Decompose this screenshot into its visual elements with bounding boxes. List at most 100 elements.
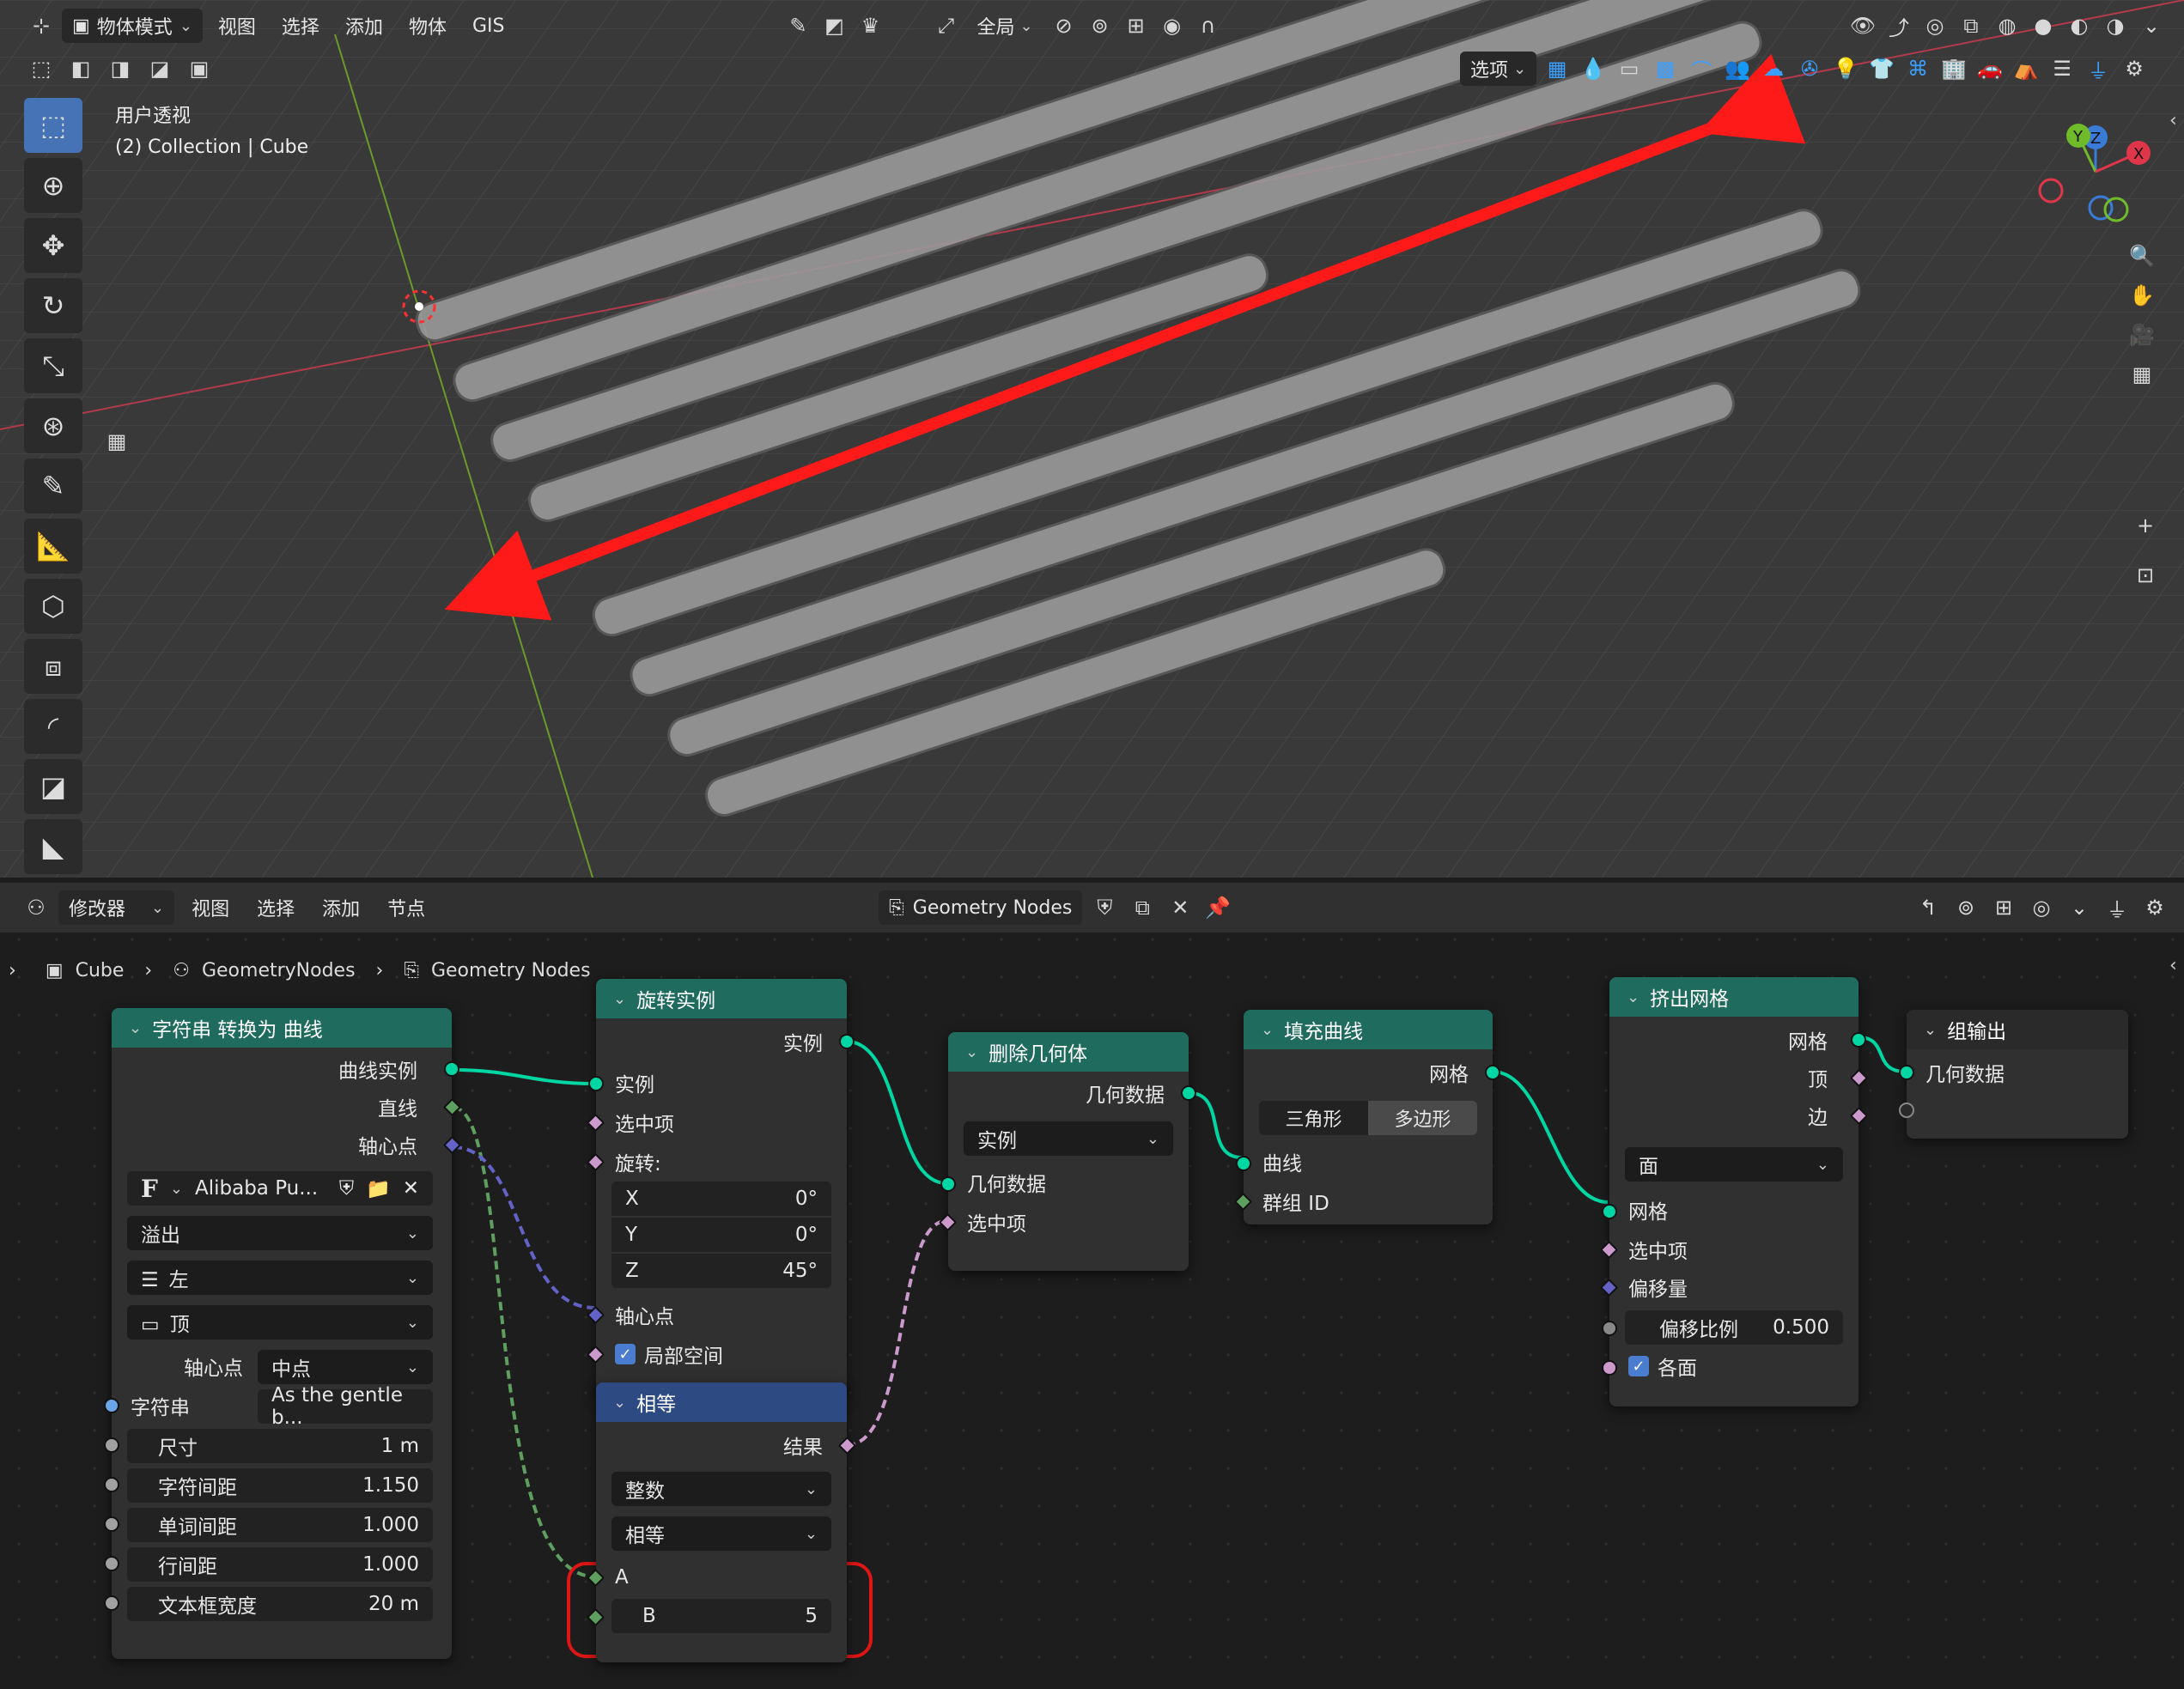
menu-add[interactable]: 添加 <box>312 890 370 925</box>
tent-icon[interactable]: ⛺ <box>2011 53 2041 84</box>
socket-individual[interactable] <box>1602 1360 1617 1376</box>
checkbox-checked-icon[interactable]: ✓ <box>1628 1356 1649 1376</box>
bevel-tool-icon[interactable]: ◪ <box>24 759 82 814</box>
breadcrumb-object[interactable]: Cube <box>76 960 125 981</box>
filter-icon[interactable]: ⏚ <box>2083 53 2114 84</box>
overlay-icon[interactable]: ◎ <box>1919 10 1950 41</box>
node-header[interactable]: ⌄ 填充曲线 <box>1244 1010 1493 1049</box>
3d-viewport[interactable]: ⊹ ▣ 物体模式 ⌄ 视图 选择 添加 物体 GIS ✎ ◩ ♛ ⤢ 全局 ⌄ ⊘ ⊚… <box>0 0 2184 878</box>
overlay-options-icon[interactable]: ⌄ <box>2064 892 2095 923</box>
node-tree-select[interactable]: ⎘ Geometry Nodes <box>879 890 1083 925</box>
snap-icon[interactable]: ⊚ <box>1085 10 1116 41</box>
crown-icon[interactable]: ♛ <box>855 10 885 41</box>
menu-object[interactable]: 物体 <box>398 9 457 43</box>
knife-tool-icon[interactable]: ◣ <box>24 819 82 874</box>
node-fill-curve[interactable]: ⌄ 填充曲线 网格 三角形 多边形 曲线 群组 ID <box>1233 1010 1500 1224</box>
falloff-icon[interactable]: ∩ <box>1193 10 1224 41</box>
navigation-gizmo[interactable]: Z Y X <box>2027 112 2184 240</box>
snap-shape-icon[interactable]: ◩ <box>818 10 849 41</box>
socket-empty[interactable] <box>1899 1103 1914 1118</box>
word-spacing-field[interactable]: 单词间距 1.000 <box>127 1508 433 1542</box>
visibility-icon[interactable]: 👁 <box>1847 10 1878 41</box>
wireframe-shading-icon[interactable]: ◍ <box>1992 10 2023 41</box>
line-spacing-field[interactable]: 行间距 1.000 <box>127 1547 433 1582</box>
proportional-edit-icon[interactable]: ◉ <box>1157 10 1188 41</box>
mode-dropdown[interactable]: 面 ⌄ <box>1625 1147 1843 1182</box>
socket-out-mesh[interactable] <box>1485 1065 1500 1080</box>
socket-in-geometry[interactable] <box>940 1176 956 1192</box>
editor-type-icon[interactable]: ⚇ <box>21 892 52 923</box>
checker-icon[interactable]: ▦ <box>101 426 132 457</box>
socket-in-instances[interactable] <box>588 1076 604 1091</box>
fake-user-shield-icon[interactable]: ⛨ <box>1089 892 1120 923</box>
select-invert-icon[interactable]: ◪ <box>144 53 175 84</box>
pivot-mode-dropdown[interactable]: 中点 ⌄ <box>258 1350 433 1384</box>
measure-tool-icon[interactable]: 📐 <box>24 519 82 574</box>
data-type-dropdown[interactable]: 整数 ⌄ <box>611 1472 831 1506</box>
geometry-node-editor[interactable]: ⚇ 修改器 ⌄ 视图 选择 添加 节点 ⎘ Geometry Nodes ⛨ ⧉ ✕… <box>0 883 2184 1689</box>
overflow-dropdown[interactable]: 溢出 ⌄ <box>127 1216 433 1250</box>
network-icon[interactable]: ⌘ <box>1902 53 1933 84</box>
node-string-to-curves[interactable]: ⌄ 字符串 转换为 曲线 曲线实例 直线 轴心点 F ⌄ Alibaba Pu... … <box>104 1008 462 1659</box>
socket-in-mesh[interactable] <box>1602 1204 1617 1219</box>
pan-hand-icon[interactable]: ✋ <box>2126 280 2157 311</box>
xray-icon[interactable]: ⧉ <box>1956 10 1986 41</box>
select-box-tool-icon[interactable]: ⬚ <box>24 98 82 153</box>
mode-select[interactable]: ▣ 物体模式 ⌄ <box>62 9 203 43</box>
node-extrude-mesh[interactable]: ⌄ 挤出网格 网格 顶 边 面 ⌄ 网格 选中项 偏移量 偏移比例 0.500 ✓ 各面 <box>1599 977 1869 1406</box>
mode-triangles[interactable]: 三角形 <box>1259 1101 1368 1135</box>
scale-tool-icon[interactable]: ⤡ <box>24 338 82 393</box>
cloud-icon[interactable]: ☁ <box>1758 53 1789 84</box>
add-cube-tool-icon[interactable]: ⬡ <box>24 579 82 634</box>
rotation-y-field[interactable]: Y 0° <box>611 1218 831 1252</box>
rotation-z-field[interactable]: Z 45° <box>611 1254 831 1288</box>
node-delete-geometry[interactable]: ⌄ 删除几何体 几何数据 实例 ⌄ 几何数据 选中项 <box>938 1032 1196 1271</box>
filter-icon[interactable]: ⏚ <box>2102 892 2132 923</box>
select-subtract-icon[interactable]: ◨ <box>105 53 136 84</box>
options-dropdown[interactable]: 选项 ⌄ <box>1460 52 1537 86</box>
close-icon[interactable]: ✕ <box>403 1177 419 1200</box>
local-space-toggle[interactable]: ✓ 局部空间 <box>615 1336 723 1372</box>
transform-tool-icon[interactable]: ⊛ <box>24 398 82 453</box>
solid-shading-icon[interactable]: ● <box>2028 10 2059 41</box>
node-header[interactable]: ⌄ 相等 <box>596 1382 847 1422</box>
car-icon[interactable]: 🚗 <box>1974 53 2005 84</box>
duplicate-icon[interactable]: ⧉ <box>1127 892 1158 923</box>
socket-character-spacing[interactable] <box>104 1477 119 1492</box>
editor-menu-select[interactable]: 修改器 ⌄ <box>58 890 175 925</box>
folder-icon[interactable]: 📁 <box>366 1177 391 1200</box>
align-x-dropdown[interactable]: ☰ 左 ⌄ <box>127 1261 433 1295</box>
string-field[interactable]: As the gentle b... <box>258 1384 433 1429</box>
snap-node-icon[interactable]: ⊞ <box>1988 892 2019 923</box>
people-icon[interactable]: 👥 <box>1722 53 1753 84</box>
editor-type-icon[interactable]: ⊹ <box>26 10 57 41</box>
breadcrumb-modifier[interactable]: GeometryNodes <box>202 960 356 981</box>
socket-offset-scale[interactable] <box>1602 1321 1617 1336</box>
material-shading-icon[interactable]: ◐ <box>2064 10 2095 41</box>
sidebar-toggle-icon[interactable]: ‹ <box>2169 110 2177 131</box>
pivot-point-icon[interactable]: ⊘ <box>1049 10 1080 41</box>
size-field[interactable]: 尺寸 1 m <box>127 1429 433 1463</box>
node-header[interactable]: ⌄ 旋转实例 <box>596 979 847 1018</box>
operation-dropdown[interactable]: 相等 ⌄ <box>611 1516 831 1551</box>
film-reel-icon[interactable]: ✇ <box>1794 53 1825 84</box>
shear-tool-icon[interactable]: ◜ <box>24 699 82 754</box>
frame-view-icon[interactable]: ⊡ <box>2130 560 2161 591</box>
b-value-field[interactable]: B5 <box>611 1599 831 1633</box>
align-y-dropdown[interactable]: ▭ 顶 ⌄ <box>127 1305 433 1340</box>
building-icon[interactable]: 🏢 <box>1938 53 1969 84</box>
link-snap-icon[interactable]: ⊚ <box>1950 892 1981 923</box>
shield-icon[interactable]: ⛨ <box>339 1177 354 1200</box>
node-header[interactable]: ⌄ 组输出 <box>1907 1010 2128 1049</box>
menu-select[interactable]: 选择 <box>271 9 330 43</box>
domain-dropdown[interactable]: 实例 ⌄ <box>964 1121 1173 1156</box>
zoom-icon[interactable]: 🔍 <box>2126 240 2157 271</box>
transform-orientation-select[interactable]: 全局 ⌄ <box>966 9 1043 43</box>
socket-in-curve[interactable] <box>1236 1156 1251 1171</box>
close-icon[interactable]: ✕ <box>1165 892 1195 923</box>
overlay-icon[interactable]: ◎ <box>2026 892 2057 923</box>
bridge-icon[interactable]: ⌒ <box>1686 53 1717 84</box>
socket-out-mesh[interactable] <box>1851 1032 1866 1048</box>
annotate-tool-icon[interactable]: ✎ <box>24 459 82 513</box>
settings-gear-icon[interactable]: ⚙ <box>2119 53 2150 84</box>
